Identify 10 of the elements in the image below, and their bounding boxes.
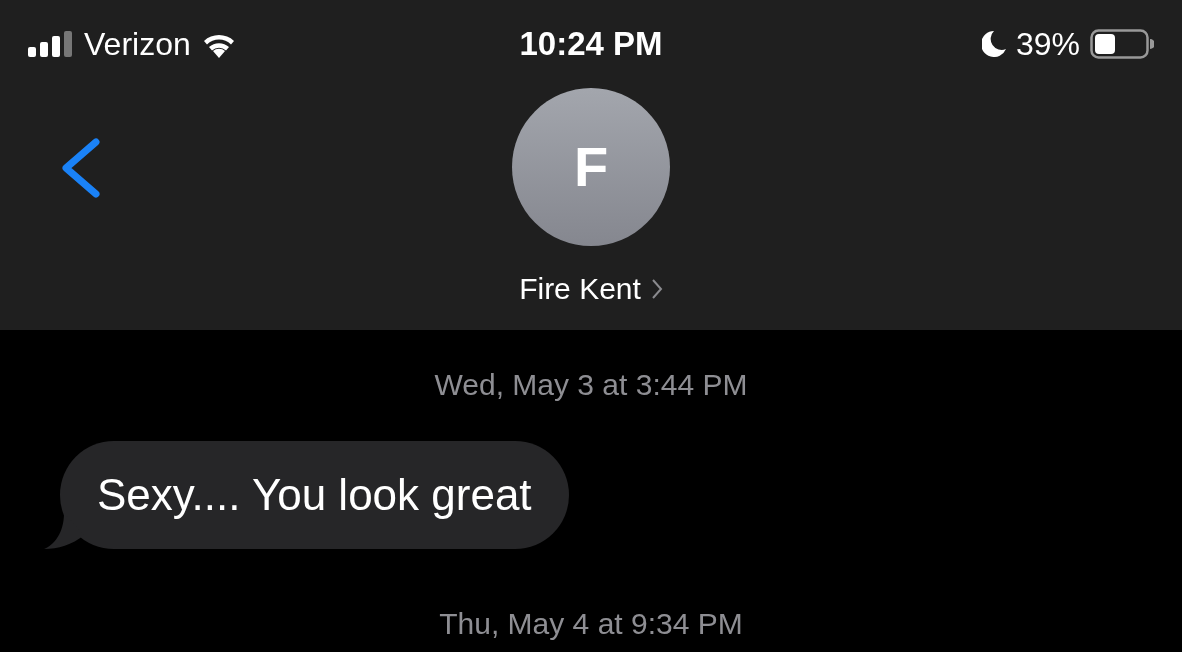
contact-name-button[interactable]: Fire Kent (519, 266, 663, 311)
battery-icon (1090, 29, 1154, 59)
signal-icon (28, 31, 74, 57)
battery-percent: 39% (1015, 25, 1080, 64)
moon-icon (981, 31, 1006, 57)
clock-time: 10:24 PM (519, 24, 663, 65)
date-label: Thu, May 4 at 9:34 PM (439, 606, 743, 642)
carrier-name: Verizon (84, 25, 191, 64)
date-label: Wed, May 3 at 3:44 PM (434, 367, 748, 403)
message-text: Sexy.... You look great (97, 469, 532, 521)
